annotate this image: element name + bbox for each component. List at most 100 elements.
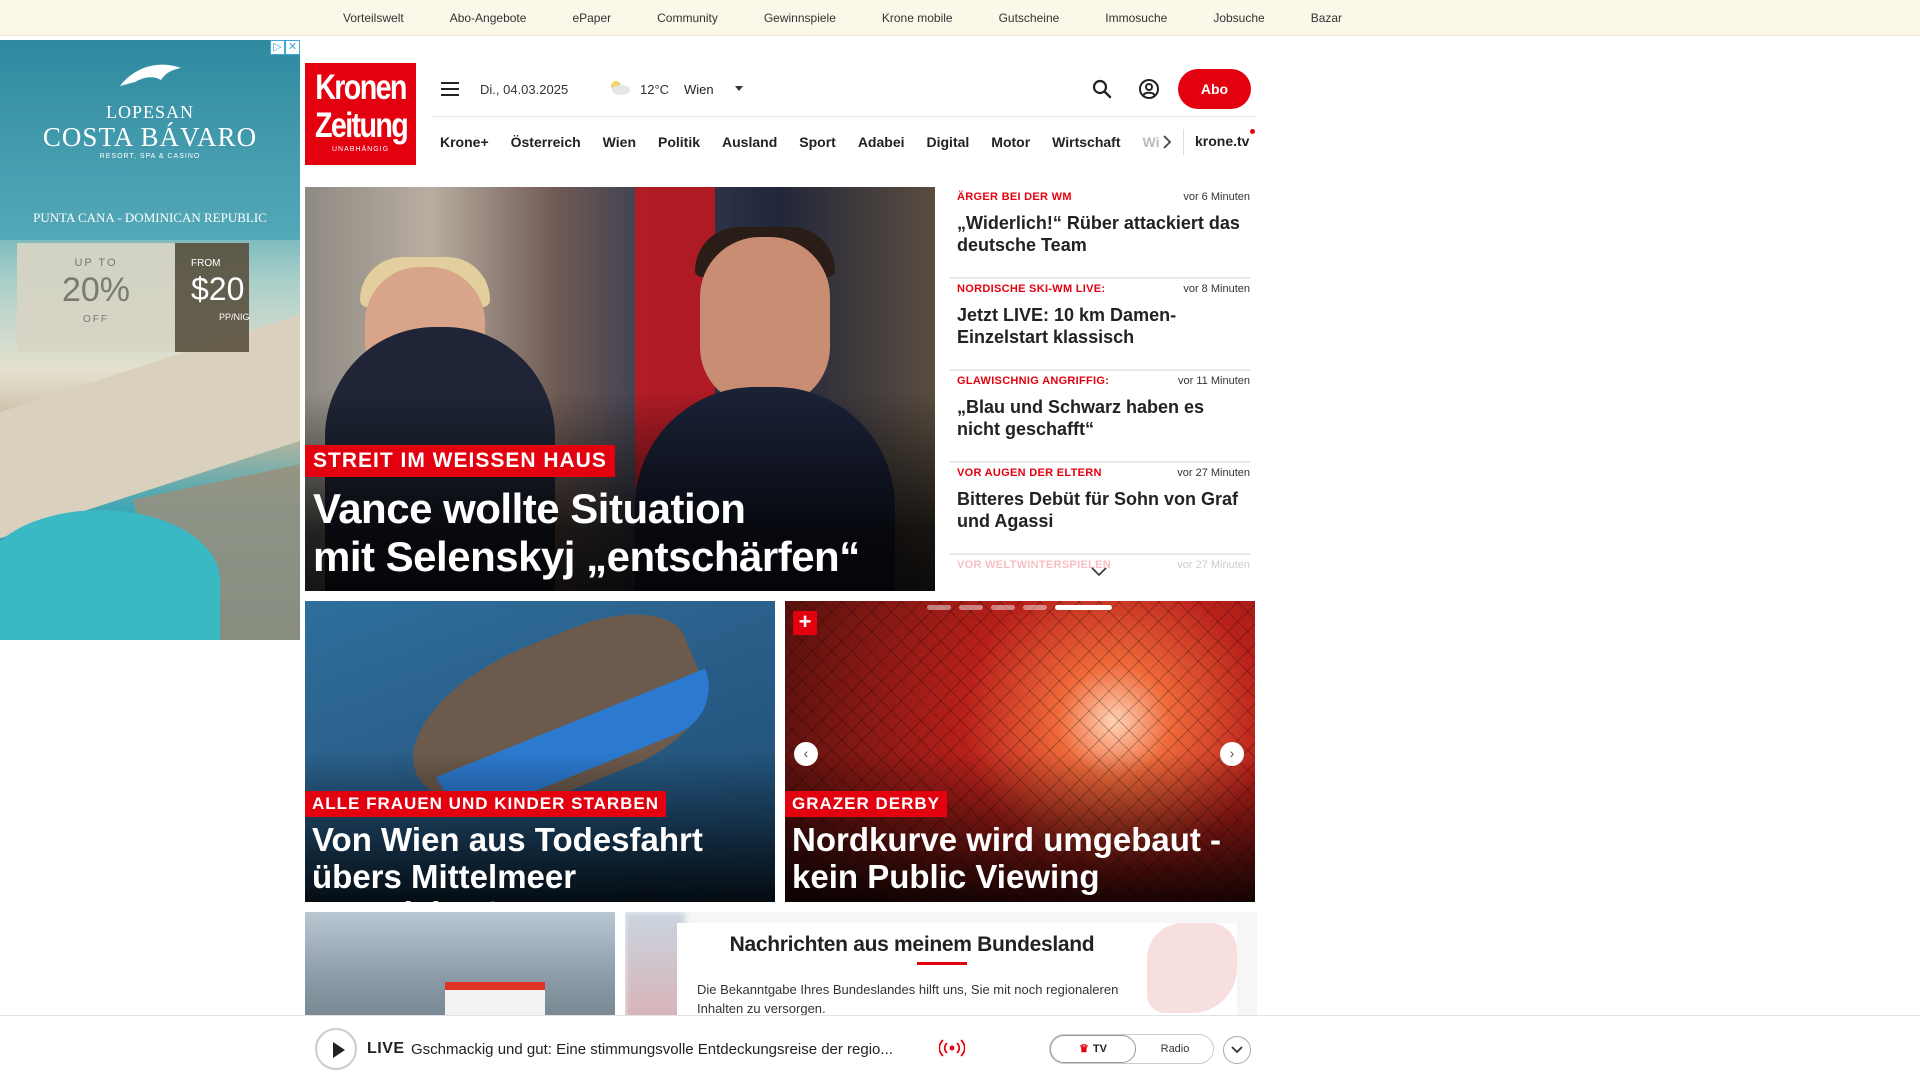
nav-item-wien[interactable]: Wien (603, 134, 636, 150)
carousel-next-icon[interactable]: › (1220, 742, 1244, 766)
ticker-item[interactable]: VOR AUGEN DER ELTERN vor 27 Minuten Bitt… (950, 463, 1250, 555)
nav-item-krone-plus[interactable]: Krone+ (440, 134, 489, 150)
ticker-time: vor 11 Minuten (1178, 375, 1250, 387)
austria-map-icon (1147, 923, 1237, 1013)
ad-price: $20 (191, 271, 245, 307)
user-account-icon[interactable] (1138, 78, 1160, 100)
ad-choices: ▷ ✕ (270, 40, 300, 55)
nav-divider (1183, 129, 1184, 155)
utility-link-gutscheine[interactable]: Gutscheine (999, 11, 1060, 25)
news-ticker: ÄRGER BEI DER WM vor 6 Minuten „Widerlic… (950, 187, 1250, 580)
nav-item-oesterreich[interactable]: Österreich (511, 134, 581, 150)
ticker-item[interactable]: NORDISCHE SKI-WM LIVE: vor 8 Minuten Jet… (950, 279, 1250, 371)
carousel-dot[interactable] (959, 605, 983, 610)
ticker-time: vor 6 Minuten (1183, 191, 1250, 203)
carousel-prev-icon[interactable]: ‹ (794, 742, 818, 766)
play-icon (333, 1042, 345, 1058)
card-headline-line1: Nordkurve wird umgebaut - (792, 821, 1222, 858)
live-program-title[interactable]: Gschmackig und gut: Eine stimmungsvolle … (411, 1041, 893, 1058)
utility-link-epaper[interactable]: ePaper (572, 11, 611, 25)
menu-icon[interactable] (441, 82, 459, 96)
article-card[interactable]: ALLE FRAUEN UND KINDER STARBEN Von Wien … (305, 601, 775, 902)
nav-link-krone-tv[interactable]: krone.tv (1195, 133, 1249, 149)
hero-kicker: STREIT IM WEISSEN HAUS (305, 445, 615, 477)
card-headline-line2: übers Mittelmeer organisiert? (312, 858, 577, 902)
ticker-item[interactable]: ÄRGER BEI DER WM vor 6 Minuten „Widerlic… (950, 187, 1250, 279)
nav-item-digital[interactable]: Digital (927, 134, 970, 150)
utility-link-gewinnspiele[interactable]: Gewinnspiele (764, 11, 836, 25)
main-navigation: Krone+ Österreich Wien Politik Ausland S… (433, 116, 1257, 166)
live-dot-indicator (1250, 129, 1255, 134)
ad-discount-box: UP TO 20% OFF (17, 243, 175, 352)
utility-link-jobsuche[interactable]: Jobsuche (1213, 11, 1264, 25)
expand-player-button[interactable] (1223, 1036, 1251, 1064)
utility-link-abo-angebote[interactable]: Abo-Angebote (450, 11, 527, 25)
ad-location: PUNTA CANA - DOMINICAN REPUBLIC (33, 210, 267, 225)
adchoices-icon[interactable]: ▷ (270, 40, 285, 55)
nav-item-ausland[interactable]: Ausland (722, 134, 777, 150)
utility-link-bazar[interactable]: Bazar (1311, 11, 1342, 25)
live-label: LIVE (367, 1040, 405, 1057)
logo-tagline: UNABHÄNGIG (331, 146, 390, 153)
carousel-dot-active[interactable] (1055, 605, 1112, 610)
logo-word-kronen: Kronen (315, 68, 407, 107)
live-player-bar: LIVE Gschmackig und gut: Eine stimmungsv… (0, 1015, 1920, 1080)
utility-link-vorteilswelt[interactable]: Vorteilswelt (343, 11, 404, 25)
ticker-time: vor 27 Minuten (1177, 467, 1250, 479)
nav-item-sport[interactable]: Sport (799, 134, 836, 150)
header-bar: Di., 04.03.2025 12°C Wien Abo (433, 68, 1253, 110)
city-selector[interactable]: Wien (684, 82, 714, 97)
krone-plus-badge: + (793, 611, 817, 635)
ad-brand-line1: LOPESAN (105, 102, 194, 122)
utility-link-community[interactable]: Community (657, 11, 718, 25)
ticker-time: vor 8 Minuten (1183, 283, 1250, 295)
broadcast-icon[interactable] (939, 1038, 965, 1058)
nav-item-wirtschaft[interactable]: Wirtschaft (1052, 134, 1120, 150)
carousel-dot[interactable] (927, 605, 951, 610)
carousel-dot[interactable] (991, 605, 1015, 610)
ad-from: FROM (191, 258, 221, 269)
nav-item-motor[interactable]: Motor (991, 134, 1030, 150)
top-utility-bar: Vorteilswelt Abo-Angebote ePaper Communi… (0, 0, 1920, 36)
nav-items: Krone+ Österreich Wien Politik Ausland S… (440, 117, 1160, 167)
krone-logo[interactable]: Kronen Zeitung UNABHÄNGIG (305, 63, 416, 165)
ticker-headline: „Widerlich!“ Rüber attackiert das deutsc… (957, 213, 1240, 255)
nav-item-politik[interactable]: Politik (658, 134, 700, 150)
chevron-down-icon[interactable] (1090, 566, 1108, 578)
card-headline: Nordkurve wird umgebaut - kein Public Vi… (792, 821, 1252, 895)
nav-item-adabei[interactable]: Adabei (858, 134, 905, 150)
caret-down-icon[interactable] (735, 86, 743, 91)
card-kicker: ALLE FRAUEN UND KINDER STARBEN (305, 791, 667, 817)
ad-brand-line3: RESORT, SPA & CASINO (99, 153, 201, 160)
carousel-dot[interactable] (1023, 605, 1047, 610)
ad-close-icon[interactable]: ✕ (285, 40, 300, 55)
card-headline-line1: Von Wien aus Todesfahrt (312, 821, 703, 858)
utility-link-krone-mobile[interactable]: Krone mobile (882, 11, 953, 25)
ticker-item[interactable]: GLAWISCHNIG ANGRIFFIG: vor 11 Minuten „B… (950, 371, 1250, 463)
nav-item-wissenschaft[interactable]: Wiss (1143, 134, 1161, 150)
carousel-pagination (927, 605, 1120, 610)
play-button[interactable] (315, 1028, 357, 1070)
utility-link-immosuche[interactable]: Immosuche (1105, 11, 1167, 25)
ticker-kicker: ÄRGER BEI DER WM (957, 191, 1072, 203)
article-card-carousel[interactable]: + GRAZER DERBY Nordkurve wird umgebaut -… (785, 601, 1255, 902)
ad-off: OFF (83, 314, 109, 325)
chevron-right-icon[interactable] (1159, 133, 1175, 151)
ticker-kicker: GLAWISCHNIG ANGRIFFIG: (957, 375, 1110, 387)
hero-headline-line1: Vance wollte Situation (313, 485, 746, 532)
utility-links: Vorteilswelt Abo-Angebote ePaper Communi… (343, 0, 1388, 36)
advertisement-banner[interactable]: LOPESAN COSTA BÁVARO RESORT, SPA & CASIN… (0, 40, 300, 640)
ticker-headline: Bitteres Debüt für Sohn von Graf und Aga… (957, 489, 1239, 531)
hero-headline-line2: mit Selenskyj „entschärfen“ (313, 533, 860, 580)
search-icon[interactable] (1091, 78, 1113, 100)
bundesland-text: Die Bekanntgabe Ihres Bundeslandes hilft… (697, 982, 1119, 1016)
ticker-kicker: NORDISCHE SKI-WM LIVE: (957, 283, 1106, 295)
radio-toggle[interactable]: Radio (1136, 1035, 1214, 1063)
abo-button[interactable]: Abo (1178, 69, 1251, 109)
ticker-kicker: VOR AUGEN DER ELTERN (957, 467, 1102, 479)
hero-article[interactable]: STREIT IM WEISSEN HAUS Vance wollte Situ… (305, 187, 935, 591)
tv-toggle[interactable]: ♛ TV (1050, 1035, 1136, 1063)
ad-per: PP/NIG (219, 312, 249, 322)
ticker-kicker: VOR WELTWINTERSPIELEN (957, 559, 1111, 571)
ticker-headline: „Blau und Schwarz haben es nicht geschaf… (957, 397, 1205, 439)
